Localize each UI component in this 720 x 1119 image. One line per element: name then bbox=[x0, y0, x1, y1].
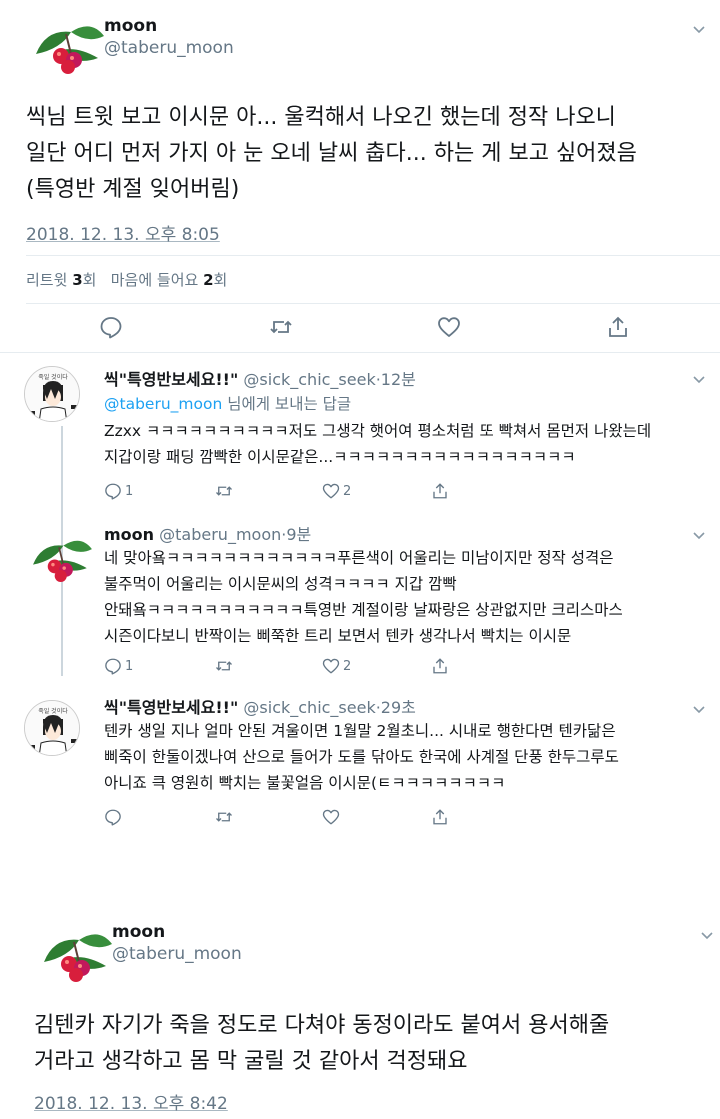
reply-icon bbox=[104, 657, 122, 675]
reply-2-text-line: 안돼욬ㅋㅋㅋㅋㅋㅋㅋㅋㅋㅋㅋ특영반 계절이랑 날짜랑은 상관없지만 크리스마스 bbox=[104, 601, 623, 619]
tweet-1-avatar[interactable] bbox=[26, 14, 106, 74]
tweet-2-author-handle[interactable]: @taberu_moon bbox=[112, 944, 242, 964]
tweet-1-author-name[interactable]: moon bbox=[104, 16, 157, 36]
reply-button[interactable]: 1 bbox=[104, 657, 133, 675]
reply-2-author-handle[interactable]: @taberu_moon bbox=[159, 525, 281, 544]
tweet-2-text: 김텐카 자기가 죽을 정도로 다쳐야 동정이라도 붙여서 용서해줄 거라고 생각… bbox=[34, 1008, 609, 1080]
share-icon[interactable] bbox=[431, 482, 449, 500]
berry-logo-icon bbox=[26, 14, 106, 74]
reply-button[interactable]: 1 bbox=[104, 482, 133, 500]
avatar-caption: 죽일 것이다 bbox=[38, 707, 68, 715]
share-icon[interactable] bbox=[606, 315, 630, 339]
reply-3-actions bbox=[104, 808, 464, 828]
mention-link[interactable]: @taberu_moon bbox=[104, 395, 222, 413]
reply-2-text-line: 네 맞아욬ㅋㅋㅋㅋㅋㅋㅋㅋㅋㅋㅋㅋ푸른색이 어울리는 미남이지만 정작 성격은 bbox=[104, 549, 614, 567]
tweet-1-text-line: 일단 어디 먼저 가지 아 눈 오네 날씨 춥다... 하는 게 보고 싶어졌음 bbox=[26, 141, 637, 166]
reply-3-text-line: 삐죽이 한둘이겠나여 산으로 들어가 도를 닦아도 한국에 사계절 단풍 한두그… bbox=[104, 748, 619, 766]
like-count: 2 bbox=[343, 483, 352, 499]
reply-3-text-line: 아니죠 큭 영원히 빡치는 불꽃얼음 이시문(ㅌㅋㅋㅋㅋㅋㅋㅋㅋ bbox=[104, 774, 506, 792]
reply-2-author-name[interactable]: moon bbox=[104, 525, 154, 544]
reply-1-time[interactable]: ·12분 bbox=[376, 370, 416, 389]
divider bbox=[0, 352, 720, 353]
heart-icon bbox=[322, 657, 340, 675]
tweet-1-action-bar bbox=[0, 315, 720, 341]
retweet-icon[interactable] bbox=[269, 315, 293, 339]
heart-icon bbox=[322, 482, 340, 500]
tweet-1-author-handle[interactable]: @taberu_moon bbox=[104, 38, 234, 58]
tweet-2-avatar[interactable] bbox=[34, 922, 114, 982]
retweet-stat[interactable]: 리트윗 3회 bbox=[26, 271, 96, 289]
reply-icon bbox=[104, 482, 122, 500]
tweet-1-text-line: (특영반 계절 잊어버림) bbox=[26, 177, 240, 202]
reply-2-header: moon @taberu_moon·9분 bbox=[104, 521, 311, 545]
divider bbox=[26, 255, 720, 256]
reply-2-text-line: 불주먹이 어울리는 이시문씨의 성격ㅋㅋㅋㅋ 지갑 깜빡 bbox=[104, 575, 457, 593]
like-label: 마음에 들어요 bbox=[110, 271, 199, 289]
retweet-label: 리트윗 bbox=[26, 271, 68, 289]
reply-1-text-line: 지갑이랑 패딩 깜빡한 이시문같은...ㅋㅋㅋㅋㅋㅋㅋㅋㅋㅋㅋㅋㅋㅋㅋㅋㅋ bbox=[104, 448, 576, 466]
chevron-down-icon[interactable] bbox=[692, 528, 706, 542]
like-button[interactable]: 2 bbox=[322, 482, 351, 500]
reply-icon[interactable] bbox=[104, 808, 122, 826]
anime-avatar-icon: 죽일 것이다 bbox=[25, 367, 79, 421]
tweet-2-timestamp[interactable]: 2018. 12. 13. 오후 8:42 bbox=[34, 1089, 228, 1114]
share-icon[interactable] bbox=[431, 808, 449, 826]
tweet-1-stats: 리트윗 3회 마음에 들어요 2회 bbox=[26, 269, 227, 290]
reply-icon[interactable] bbox=[99, 315, 123, 339]
reply-2-actions: 1 2 bbox=[104, 657, 464, 677]
like-count: 2 bbox=[343, 658, 352, 674]
tweet-1-text-line: 씩님 트윗 보고 이시문 아... 울컥해서 나오긴 했는데 정작 나오니 bbox=[26, 105, 616, 130]
retweet-count: 3 bbox=[72, 271, 83, 289]
reply-2-text-line: 시즌이다보니 반짝이는 삐쭉한 트리 보면서 텐카 생각나서 빡치는 이시문 bbox=[104, 627, 572, 645]
like-stat[interactable]: 마음에 들어요 2회 bbox=[111, 271, 228, 289]
chevron-down-icon[interactable] bbox=[692, 372, 706, 386]
reply-to-suffix: 님에게 보내는 답글 bbox=[222, 395, 352, 413]
berry-logo-icon bbox=[34, 922, 114, 982]
reply-1-author-name[interactable]: 씩"특영반보세요!!" bbox=[104, 370, 238, 389]
like-unit: 회 bbox=[213, 271, 228, 289]
berry-logo-icon bbox=[24, 530, 94, 582]
like-count: 2 bbox=[203, 271, 214, 289]
reply-1-header: 씩"특영반보세요!!" @sick_chic_seek·12분 bbox=[104, 366, 416, 390]
reply-1-actions: 1 2 bbox=[104, 482, 464, 502]
reply-3-time[interactable]: ·29초 bbox=[376, 698, 416, 717]
reply-3-text-line: 텐카 생일 지나 얼마 안된 겨울이면 1월말 2월초니... 시내로 행한다면… bbox=[104, 722, 616, 740]
reply-3-avatar[interactable]: 죽일 것이다 bbox=[24, 700, 80, 756]
divider bbox=[26, 303, 720, 304]
tweet-1-timestamp[interactable]: 2018. 12. 13. 오후 8:05 bbox=[26, 220, 220, 245]
reply-count: 1 bbox=[125, 658, 134, 674]
retweet-icon[interactable] bbox=[215, 482, 233, 500]
reply-1-replying-to: @taberu_moon 님에게 보내는 답글 bbox=[104, 391, 351, 417]
reply-3-author-name[interactable]: 씩"특영반보세요!!" bbox=[104, 698, 238, 717]
retweet-unit: 회 bbox=[82, 271, 97, 289]
reply-1-author-handle[interactable]: @sick_chic_seek bbox=[243, 370, 375, 389]
anime-avatar-icon: 죽일 것이다 bbox=[25, 701, 79, 755]
reply-3-author-handle[interactable]: @sick_chic_seek bbox=[243, 698, 375, 717]
reply-2-avatar[interactable] bbox=[24, 530, 94, 582]
chevron-down-icon[interactable] bbox=[700, 928, 714, 942]
avatar-caption: 죽일 것이다 bbox=[38, 373, 68, 381]
reply-2-time[interactable]: ·9분 bbox=[281, 525, 311, 544]
tweet-2-author-name[interactable]: moon bbox=[112, 922, 165, 942]
reply-1-avatar[interactable]: 죽일 것이다 bbox=[24, 366, 80, 422]
like-icon[interactable] bbox=[437, 315, 461, 339]
heart-icon[interactable] bbox=[322, 808, 340, 826]
reply-2-text: 네 맞아욬ㅋㅋㅋㅋㅋㅋㅋㅋㅋㅋㅋㅋ푸른색이 어울리는 미남이지만 정작 성격은 … bbox=[104, 545, 623, 649]
reply-3-header: 씩"특영반보세요!!" @sick_chic_seek·29초 bbox=[104, 694, 416, 718]
reply-3-text: 텐카 생일 지나 얼마 안된 겨울이면 1월말 2월초니... 시내로 행한다면… bbox=[104, 718, 619, 796]
reply-count: 1 bbox=[125, 483, 134, 499]
tweet-2-text-line: 거라고 생각하고 몸 막 굴릴 것 같아서 걱정돼요 bbox=[34, 1049, 468, 1074]
chevron-down-icon[interactable] bbox=[692, 22, 706, 36]
retweet-icon[interactable] bbox=[215, 808, 233, 826]
like-button[interactable]: 2 bbox=[322, 657, 351, 675]
retweet-icon[interactable] bbox=[215, 657, 233, 675]
share-icon[interactable] bbox=[431, 657, 449, 675]
tweet-1-text: 씩님 트윗 보고 이시문 아... 울컥해서 나오긴 했는데 정작 나오니 일단… bbox=[26, 100, 637, 208]
tweet-2-text-line: 김텐카 자기가 죽을 정도로 다쳐야 동정이라도 붙여서 용서해줄 bbox=[34, 1013, 610, 1038]
chevron-down-icon[interactable] bbox=[692, 702, 706, 716]
reply-1-text: Zzxx ㅋㅋㅋㅋㅋㅋㅋㅋㅋㅋ저도 그생각 햇어여 평소처럼 또 빡쳐서 몸먼저… bbox=[104, 418, 651, 470]
reply-1-text-line: Zzxx ㅋㅋㅋㅋㅋㅋㅋㅋㅋㅋ저도 그생각 햇어여 평소처럼 또 빡쳐서 몸먼저… bbox=[104, 422, 652, 440]
